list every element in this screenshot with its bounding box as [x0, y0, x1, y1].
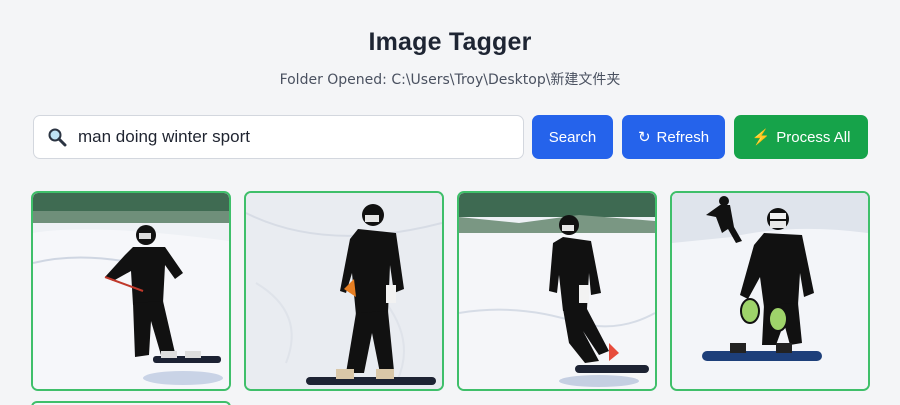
search-button[interactable]: Search: [532, 115, 613, 159]
search-box[interactable]: [33, 115, 524, 159]
snowboarder-image-4: [672, 193, 868, 389]
folder-path-label: Folder Opened: C:\Users\Troy\Desktop\新建文…: [279, 72, 621, 88]
refresh-icon: ↻: [637, 128, 651, 146]
lightning-icon: ⚡: [751, 128, 771, 146]
search-button-label: Search: [548, 128, 597, 146]
image-card[interactable]: [670, 191, 870, 391]
image-tagger-app: Image Tagger Folder Opened: C:\Users\Tro…: [0, 0, 900, 405]
snowboarder-image-3: [459, 193, 655, 389]
image-card[interactable]: [244, 191, 444, 391]
magnifier-icon: [46, 126, 68, 148]
process-all-button[interactable]: ⚡ Process All: [734, 115, 868, 159]
snowboarder-image-1: [33, 193, 229, 389]
page-title: Image Tagger: [368, 28, 532, 56]
snowboarder-image-2: [246, 193, 442, 389]
refresh-button-label: Refresh: [656, 128, 710, 146]
image-card[interactable]: [457, 191, 657, 391]
image-gallery: [31, 191, 871, 391]
search-input[interactable]: [78, 127, 498, 147]
image-card[interactable]: [31, 401, 231, 405]
image-card[interactable]: [31, 191, 231, 391]
process-all-button-label: Process All: [776, 128, 851, 146]
refresh-button[interactable]: ↻ Refresh: [622, 115, 725, 159]
